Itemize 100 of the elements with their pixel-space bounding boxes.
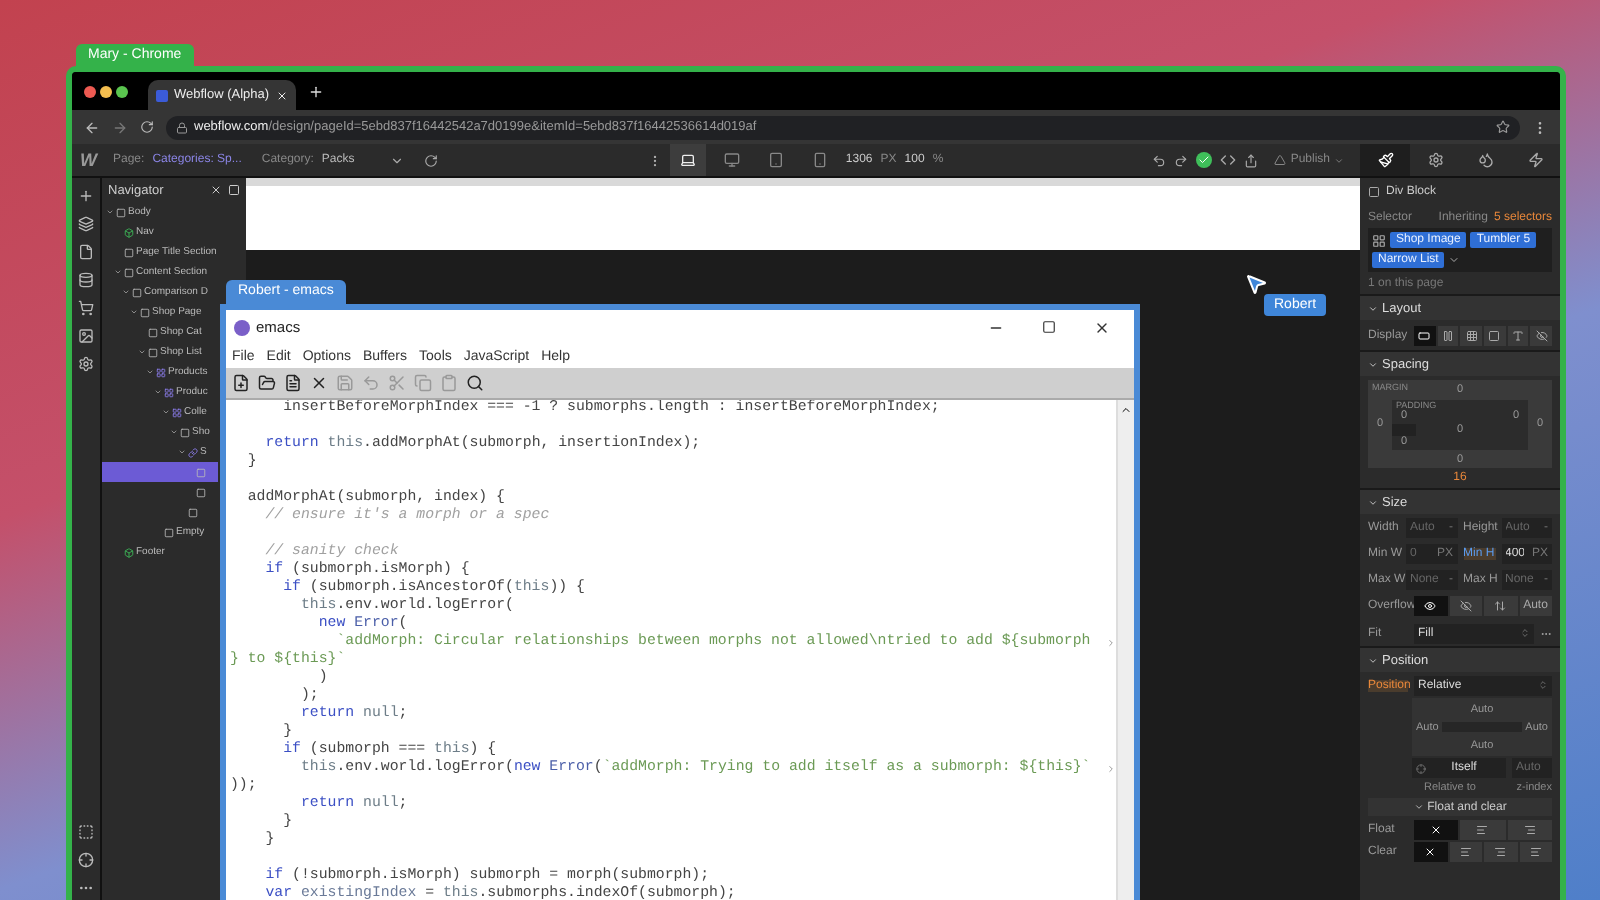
caret-icon	[1448, 254, 1461, 266]
lock-icon	[176, 121, 188, 133]
square-icon	[1488, 329, 1501, 341]
minimize-window-button[interactable]	[100, 85, 112, 97]
app-icon	[234, 319, 250, 335]
add-icon	[78, 188, 94, 204]
square-icon	[164, 527, 174, 537]
new-file-button[interactable]	[232, 374, 250, 392]
eye-icon	[1424, 600, 1437, 612]
square-icon	[124, 247, 134, 257]
favicon-icon	[156, 89, 168, 101]
page-icon	[78, 244, 94, 260]
square-icon	[148, 347, 158, 357]
square-icon	[180, 427, 190, 437]
close-window-button[interactable]	[84, 85, 96, 97]
square-icon	[116, 207, 126, 217]
phone-icon	[811, 152, 828, 168]
settings-icon	[1427, 152, 1444, 168]
clear-option[interactable]	[1449, 841, 1482, 861]
eye-off-icon	[1459, 600, 1472, 612]
up-down-icon	[1520, 628, 1530, 638]
undo-icon	[1152, 153, 1167, 167]
square-icon	[148, 327, 158, 337]
rectangle-icon	[1418, 329, 1431, 341]
overflow-option[interactable]	[1414, 596, 1447, 616]
display-option[interactable]	[1414, 325, 1436, 345]
reload-icon	[140, 120, 154, 134]
align-left-icon	[1459, 845, 1472, 857]
chevron-down-icon	[1334, 155, 1345, 165]
display-option[interactable]	[1530, 325, 1553, 345]
close-button[interactable]	[310, 374, 328, 392]
columns-icon	[1442, 329, 1454, 341]
search-button[interactable]	[466, 374, 484, 392]
caret-icon	[1368, 303, 1378, 313]
panel-tab[interactable]	[1360, 144, 1411, 176]
display-option[interactable]	[1437, 325, 1459, 345]
overflow-option[interactable]	[1484, 596, 1517, 616]
zoom-window-button[interactable]	[116, 85, 128, 97]
layers-icon	[78, 216, 94, 232]
element-icon	[1368, 186, 1380, 198]
crosshair-icon	[1416, 763, 1426, 773]
new-tab-icon	[308, 83, 324, 99]
x-icon	[1424, 845, 1437, 857]
clear-option[interactable]	[1484, 841, 1517, 861]
display-option[interactable]	[1460, 325, 1483, 345]
square-icon	[124, 267, 134, 277]
settings-icon	[78, 356, 94, 372]
eye-off-icon	[1535, 329, 1548, 341]
square-icon	[132, 287, 142, 297]
square-icon	[196, 467, 206, 477]
arrows-icon	[1494, 600, 1507, 612]
grid-icon	[1465, 329, 1478, 341]
x-icon	[1430, 823, 1443, 835]
refresh-icon	[424, 153, 439, 167]
back-icon	[84, 119, 100, 135]
text-icon	[1512, 329, 1525, 341]
tablet-icon	[767, 152, 784, 168]
cart-icon	[78, 300, 94, 316]
display-option[interactable]	[1507, 325, 1529, 345]
triangle-icon	[1274, 154, 1287, 166]
clear-option[interactable]	[1519, 841, 1552, 861]
display-option[interactable]	[1484, 325, 1506, 345]
caret-icon	[1368, 655, 1378, 665]
redo-icon	[1174, 153, 1189, 167]
laptop-icon	[679, 152, 696, 168]
selection-icon	[78, 824, 94, 840]
component-icon	[124, 547, 134, 557]
document-button[interactable]	[284, 374, 302, 392]
star-icon	[1496, 120, 1510, 134]
scroll-up-icon	[1120, 404, 1132, 416]
lightning-icon	[1527, 152, 1544, 168]
device-button[interactable]	[669, 144, 706, 176]
align-left-icon	[1476, 823, 1489, 835]
maximize-icon	[1042, 320, 1056, 334]
export-icon	[1244, 153, 1259, 167]
monitor-icon	[723, 152, 740, 168]
logo: W	[80, 150, 97, 170]
align-right-icon	[1494, 845, 1507, 857]
caret-icon	[1368, 497, 1378, 507]
caret-icon	[1368, 359, 1378, 369]
selector-icon	[1372, 233, 1386, 247]
database-icon	[78, 272, 94, 288]
square-icon	[196, 487, 206, 497]
folder-button[interactable]	[258, 374, 276, 392]
component-icon	[124, 227, 134, 237]
forward-icon	[112, 119, 128, 135]
up-down-icon	[1538, 680, 1548, 690]
float-option[interactable]	[1460, 819, 1506, 839]
close-icon	[276, 89, 288, 101]
float-option[interactable]	[1507, 819, 1552, 839]
code-icon	[1220, 152, 1237, 168]
square-icon	[188, 507, 198, 517]
link-icon	[188, 447, 198, 457]
align-icon	[1529, 845, 1542, 857]
dock-icon	[228, 184, 240, 196]
crosshair-icon	[78, 852, 94, 868]
square-icon	[140, 307, 150, 317]
close-icon	[1094, 319, 1110, 335]
overflow-option[interactable]	[1449, 596, 1482, 616]
drops-icon	[1477, 152, 1494, 168]
